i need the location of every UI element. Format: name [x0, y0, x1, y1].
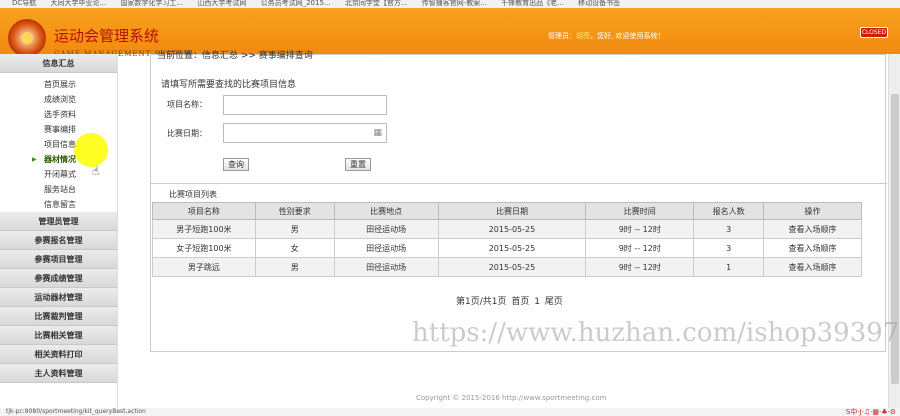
app-header: 运动会管理系统 GAME MANAGEMENT SYSTEM 管理员：胡亮，您好… — [0, 8, 900, 58]
sidebar-item-messages[interactable]: 信息留言 — [0, 197, 117, 212]
bookmark[interactable]: 北京同学堂【官方... — [345, 0, 408, 7]
welcome-suffix: ，您好, 欢迎使用系统！ — [590, 32, 665, 40]
bookmark[interactable]: 传智播客官网-教案... — [422, 0, 487, 7]
bookmark[interactable]: 公务员考试网_2015... — [261, 0, 331, 7]
cell-project: 女子短跑100米 — [152, 238, 256, 258]
table-row: 女子短跑100米 女 田径运动场 2015-05-25 9时 -- 12时 3 … — [152, 238, 862, 258]
sidebar-group-print[interactable]: 相关资料打印 — [0, 345, 117, 364]
cell-count: 3 — [693, 238, 765, 258]
sidebar-group-referees[interactable]: 比赛裁判管理 — [0, 307, 117, 326]
sidebar-item-projects[interactable]: 项目信息 — [0, 133, 117, 167]
scrollbar[interactable] — [888, 54, 900, 408]
sidebar: 信息汇总 首页展示 成绩浏览 选手资料 赛事编排 项目信息 器材情况 开闭幕式 … — [0, 54, 118, 408]
bookmark[interactable]: 国家数字化学习工... — [120, 0, 183, 7]
table-row: 男子短跑100米 男 田径运动场 2015-05-25 9时 -- 12时 3 … — [152, 219, 862, 239]
bookmark[interactable]: 大同大学毕业论... — [51, 0, 107, 7]
sidebar-item-home[interactable]: 首页展示 — [0, 77, 117, 92]
app-title: 运动会管理系统 — [54, 27, 160, 45]
sidebar-item-service[interactable]: 服务站台 — [0, 182, 117, 197]
cell-date: 2015-05-25 — [437, 257, 587, 277]
sidebar-group-equipment[interactable]: 运动器材管理 — [0, 288, 117, 307]
welcome-prefix: 管理员： — [548, 32, 576, 40]
sidebar-item-scores[interactable]: 成绩浏览 — [0, 92, 117, 107]
col-date: 比赛日期 — [437, 202, 587, 220]
sidebar-group-results[interactable]: 参赛成绩管理 — [0, 269, 117, 288]
search-button[interactable]: 查询 — [223, 158, 249, 171]
col-project: 项目名称 — [152, 202, 256, 220]
match-table: 项目名称 性别要求 比赛地点 比赛日期 比赛时间 报名人数 操作 男子短跑100… — [152, 202, 862, 277]
view-order-link[interactable]: 查看入场顺序 — [763, 257, 862, 277]
view-order-link[interactable]: 查看入场顺序 — [763, 219, 862, 239]
cell-time: 9时 -- 12时 — [585, 257, 695, 277]
bookmark[interactable]: DC导航 — [12, 0, 36, 7]
project-name-input[interactable] — [223, 95, 387, 115]
tray-icons: S中·J·♫·▦·♣·⚙ — [845, 408, 896, 416]
sidebar-group-admin[interactable]: 管理员管理 — [0, 212, 117, 231]
watermark: https://www.huzhan.com/ishop39397 — [412, 318, 900, 348]
table-header: 项目名称 性别要求 比赛地点 比赛日期 比赛时间 报名人数 操作 — [152, 202, 862, 220]
query-hint: 请填写所需要查找的比赛项目信息 — [161, 80, 297, 90]
table-row: 男子跳远 男 田径运动场 2015-05-25 9时 -- 12时 1 查看入场… — [152, 257, 862, 277]
col-count: 报名人数 — [693, 202, 765, 220]
col-time: 比赛时间 — [585, 202, 695, 220]
cell-count: 1 — [693, 257, 765, 277]
sidebar-item-equipment[interactable]: 器材情况 — [0, 152, 117, 167]
main-content: 当前位置：信息汇总 >> 赛事编排查询 请填写所需要查找的比赛项目信息 项目名称… — [122, 51, 888, 408]
sidebar-group-related[interactable]: 比赛相关管理 — [0, 326, 117, 345]
bookmark[interactable]: 千锋教育出品《老... — [501, 0, 564, 7]
cell-project: 男子短跑100米 — [152, 219, 256, 239]
match-date-input[interactable]: ▦ — [223, 123, 387, 143]
cell-count: 3 — [693, 219, 765, 239]
cell-project: 男子跳远 — [152, 257, 256, 277]
sidebar-group-info[interactable]: 信息汇总 — [0, 54, 117, 73]
breadcrumb: 当前位置：信息汇总 >> 赛事编排查询 — [157, 51, 313, 61]
cell-gender: 男 — [254, 257, 335, 277]
sidebar-group-profile[interactable]: 主人资料管理 — [0, 364, 117, 383]
logo-icon — [8, 19, 46, 57]
cell-venue: 田径运动场 — [333, 219, 439, 239]
list-divider — [151, 183, 887, 184]
status-url: tjk-pc:8080/sportmeeting/kit_queryBest.a… — [6, 408, 146, 415]
col-action: 操作 — [763, 202, 862, 220]
close-button[interactable]: CLOSED — [860, 27, 888, 38]
list-title: 比赛项目列表 — [169, 190, 217, 199]
cell-venue: 田径运动场 — [333, 257, 439, 277]
sidebar-item-players[interactable]: 选手资料 — [0, 107, 117, 122]
view-order-link[interactable]: 查看入场顺序 — [763, 238, 862, 258]
cell-time: 9时 -- 12时 — [585, 219, 695, 239]
reset-button[interactable]: 重置 — [345, 158, 371, 171]
sidebar-group-events[interactable]: 参赛项目管理 — [0, 250, 117, 269]
bookmarks-bar: DC导航 大同大学毕业论... 国家数字化学习工... 山西大学考试网 公务员考… — [0, 0, 900, 8]
col-venue: 比赛地点 — [333, 202, 439, 220]
cell-date: 2015-05-25 — [437, 238, 587, 258]
welcome-text: 管理员：胡亮，您好, 欢迎使用系统！ — [548, 31, 664, 41]
status-bar: tjk-pc:8080/sportmeeting/kit_queryBest.a… — [0, 408, 900, 416]
user-name: 胡亮 — [576, 32, 590, 40]
sidebar-item-ceremony[interactable]: 开闭幕式 — [0, 167, 117, 182]
cell-gender: 女 — [254, 238, 335, 258]
cell-time: 9时 -- 12时 — [585, 238, 695, 258]
pagination[interactable]: 第1页/共1页 首页 1 尾页 — [456, 294, 563, 307]
bookmark[interactable]: 移动设备书签 — [578, 0, 620, 7]
col-gender: 性别要求 — [254, 202, 335, 220]
copyright: Copyright © 2015-2016 http://www.sportme… — [416, 394, 607, 402]
project-name-label: 项目名称： — [167, 100, 207, 109]
calendar-icon[interactable]: ▦ — [373, 128, 382, 138]
match-date-label: 比赛日期： — [167, 129, 207, 138]
cell-venue: 田径运动场 — [333, 238, 439, 258]
cell-gender: 男 — [254, 219, 335, 239]
cell-date: 2015-05-25 — [437, 219, 587, 239]
sidebar-group-signup[interactable]: 参赛报名管理 — [0, 231, 117, 250]
bookmark[interactable]: 山西大学考试网 — [197, 0, 246, 7]
hand-cursor-icon: ☝ — [92, 164, 100, 178]
